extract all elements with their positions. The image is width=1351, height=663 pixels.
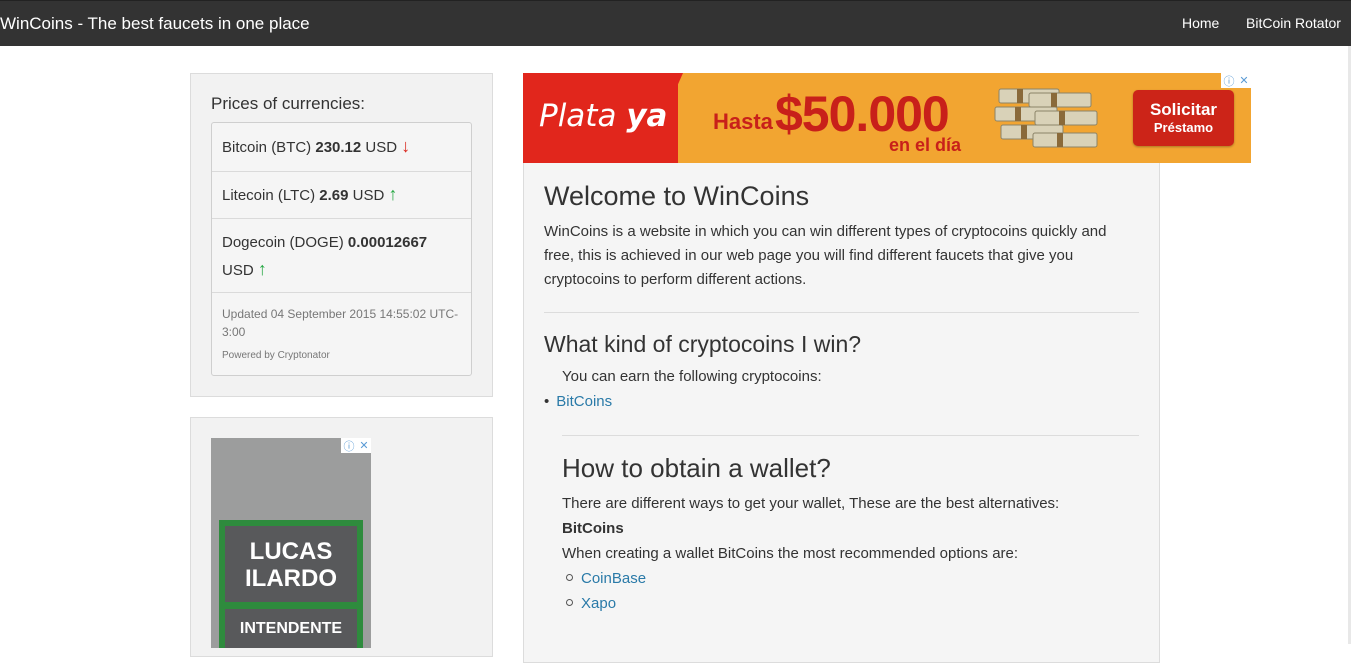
coin-value: 0.00012667	[347, 234, 428, 251]
bitcoins-link[interactable]: BitCoins	[556, 393, 612, 410]
loan-ad-banner[interactable]: Plata ya Hasta $50.000 en el día Solicit…	[523, 73, 1251, 163]
list-item: • BitCoins	[544, 393, 612, 410]
price-row-doge: Dogecoin (DOGE) 0.00012667 USD ↑	[212, 219, 471, 293]
welcome-text: WinCoins is a website in which you can w…	[544, 223, 1107, 288]
adchoices-icon[interactable]: ⓘ	[1223, 73, 1234, 89]
ad-close-icon[interactable]: ✕	[359, 439, 368, 452]
coin-value: 230.12	[315, 139, 362, 156]
coin-unit: USD	[365, 139, 398, 156]
campaign-ad[interactable]: ⓘ ✕ LUCAS ILARDO INTENDENTE	[211, 438, 371, 648]
side-ad-panel: ⓘ ✕ LUCAS ILARDO INTENDENTE	[190, 417, 493, 657]
arrow-up-icon: ↑	[257, 259, 267, 279]
site-brand-link[interactable]: WinCoins - The best faucets in one place	[0, 1, 310, 46]
ad-brand-plain: Plata	[539, 98, 627, 134]
price-list: Bitcoin (BTC) 230.12 USD ↓ Litecoin (LTC…	[211, 122, 472, 376]
list-item: CoinBase	[566, 570, 646, 587]
divider	[544, 312, 1139, 313]
nav-home-link[interactable]: Home	[1182, 1, 1219, 46]
divider	[562, 435, 1139, 436]
coin-name: Bitcoin (BTC)	[222, 139, 312, 156]
adchoices-icon[interactable]: ⓘ	[343, 438, 354, 454]
ad-hasta-text: Hasta	[713, 109, 773, 134]
coin-name: Litecoin (LTC)	[222, 187, 316, 204]
updated-timestamp: Updated 04 September 2015 14:55:02 UTC-3…	[222, 307, 459, 339]
prices-panel: Prices of currencies: Bitcoin (BTC) 230.…	[190, 73, 493, 397]
campaign-last-name: ILARDO	[245, 565, 337, 592]
circle-bullet-icon	[566, 573, 573, 581]
campaign-name-block: LUCAS ILARDO	[225, 526, 357, 602]
wallet-text: There are different ways to get your wal…	[562, 495, 1060, 512]
ad-close-icon[interactable]: ✕	[1239, 74, 1248, 87]
prices-title: Prices of currencies:	[211, 94, 365, 113]
coin-name: Dogecoin (DOGE)	[222, 234, 344, 251]
arrow-down-icon: ↓	[401, 136, 411, 156]
ad-controls: ⓘ ✕	[1221, 73, 1251, 88]
arrow-up-icon: ↑	[388, 184, 398, 204]
cta-line-1: Solicitar	[1149, 100, 1218, 119]
cryptocoins-heading: What kind of cryptocoins I win?	[544, 331, 862, 357]
wallet-recommendation: When creating a wallet BitCoins the most…	[562, 545, 1019, 562]
campaign-role: INTENDENTE	[225, 609, 357, 648]
bullet-icon: •	[544, 393, 550, 410]
campaign-logo: LUCAS ILARDO INTENDENTE	[219, 520, 363, 648]
earn-text: You can earn the following cryptocoins:	[562, 368, 822, 385]
main-content: Welcome to WinCoins WinCoins is a websit…	[523, 163, 1160, 663]
ad-controls: ⓘ ✕	[341, 438, 371, 453]
ad-brand-logo: Plata ya	[539, 98, 667, 134]
price-row-ltc: Litecoin (LTC) 2.69 USD ↑	[212, 171, 471, 219]
powered-by-link[interactable]: Powered by Cryptonator	[222, 350, 461, 361]
wallet-heading: How to obtain a wallet?	[562, 453, 831, 483]
coin-unit: USD	[222, 262, 254, 279]
wallet-coin-label: BitCoins	[562, 520, 624, 537]
money-stack-icon	[994, 88, 1098, 148]
solicitar-prestamo-button[interactable]: Solicitar Préstamo	[1133, 90, 1234, 146]
coin-unit: USD	[352, 187, 385, 204]
list-item: Xapo	[566, 595, 616, 612]
xapo-link[interactable]: Xapo	[581, 595, 616, 612]
coinbase-link[interactable]: CoinBase	[581, 570, 646, 587]
cta-line-2: Préstamo	[1153, 120, 1214, 135]
ad-brand-bold: ya	[626, 98, 668, 134]
nav-bitcoin-rotator-link[interactable]: BitCoin Rotator	[1246, 1, 1341, 46]
campaign-first-name: LUCAS	[249, 538, 333, 565]
circle-bullet-icon	[566, 598, 573, 606]
top-navbar: WinCoins - The best faucets in one place…	[0, 0, 1351, 46]
price-footer: Updated 04 September 2015 14:55:02 UTC-3…	[212, 293, 471, 375]
ad-period: en el día	[889, 135, 962, 155]
coin-value: 2.69	[319, 187, 349, 204]
price-row-btc: Bitcoin (BTC) 230.12 USD ↓	[212, 123, 471, 172]
welcome-heading: Welcome to WinCoins	[544, 181, 810, 211]
